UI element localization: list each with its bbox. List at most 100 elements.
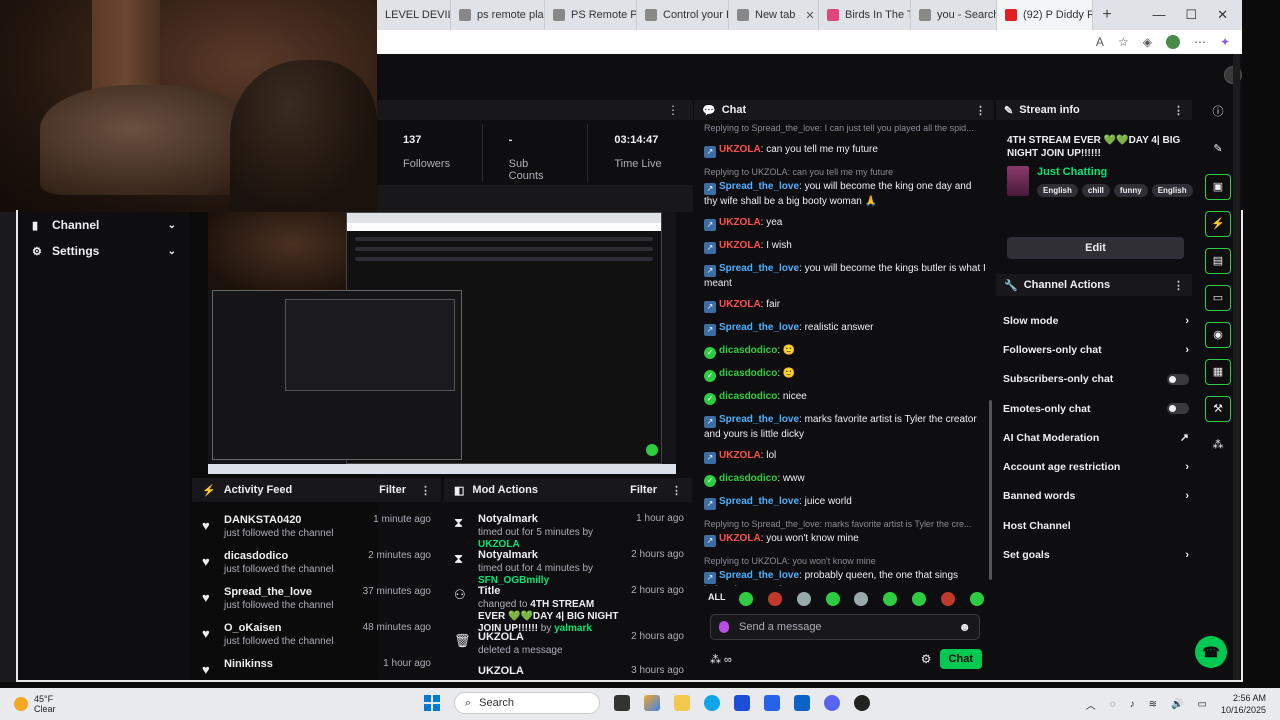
volume-icon[interactable]: 🔊: [1171, 699, 1183, 710]
chat-username[interactable]: dicasdodico: [719, 345, 777, 356]
edit-stream-info-button[interactable]: Edit: [1007, 237, 1184, 259]
broadcast-icon[interactable]: ◉: [1205, 322, 1231, 348]
chat-username[interactable]: dicasdodico: [719, 473, 777, 484]
new-tab-button[interactable]: +: [1093, 6, 1121, 24]
list-item[interactable]: UKZOLA 3 hours ago: [444, 660, 692, 680]
channel-action-item[interactable]: Followers-only chat ›: [1003, 335, 1189, 364]
list-item[interactable]: ⧗ Notyalmark timed out for 4 minutes by …: [444, 544, 692, 586]
tag[interactable]: English: [1037, 184, 1078, 197]
chat-icon[interactable]: ▭: [1205, 285, 1231, 311]
more-options-icon[interactable]: ⋮: [671, 484, 682, 497]
more-menu-icon[interactable]: ⋯: [1194, 35, 1206, 49]
chat-input[interactable]: Send a message ☻: [710, 614, 980, 640]
chat-username[interactable]: UKZOLA: [719, 450, 761, 461]
chat-username[interactable]: Spread_the_love: [719, 181, 799, 192]
chat-message[interactable]: ✓ dicasdodico: 🙂: [704, 367, 986, 382]
chat-username[interactable]: UKZOLA: [719, 217, 761, 228]
emote-icon[interactable]: [738, 592, 753, 606]
chat-message[interactable]: Replying to UKZOLA: you won't know mine ↗…: [704, 555, 986, 586]
wrench-icon[interactable]: ⚒: [1205, 396, 1231, 422]
chat-send-button[interactable]: Chat: [939, 649, 982, 669]
emote-icon[interactable]: [854, 592, 869, 606]
chat-username[interactable]: UKZOLA: [719, 299, 761, 310]
store-icon[interactable]: [734, 695, 750, 711]
profile-avatar[interactable]: [1165, 35, 1180, 49]
maximize-button[interactable]: ☐: [1185, 7, 1197, 23]
clip-icon[interactable]: ▣: [1205, 174, 1231, 200]
browser-tab[interactable]: Birds In The T✕: [819, 0, 911, 30]
weather-widget[interactable]: 45°F Clear: [0, 694, 56, 714]
list-item[interactable]: ⚇ Title changed to 4TH STREAM EVER 💚💚DAY…: [444, 580, 692, 634]
toggle-switch[interactable]: [1167, 403, 1189, 415]
channel-action-item[interactable]: Subscribers-only chat: [1003, 365, 1189, 394]
discord-icon[interactable]: [824, 695, 840, 711]
chat-input-placeholder[interactable]: Send a message: [739, 621, 822, 633]
browser-tab[interactable]: PS Remote Pla✕: [545, 0, 637, 30]
close-window-button[interactable]: ✕: [1217, 7, 1228, 23]
layout-icon[interactable]: ▦: [1205, 359, 1231, 385]
chat-message[interactable]: ↗ UKZOLA: I wish: [704, 239, 986, 254]
list-item[interactable]: 🗑 UKZOLA deleted a message 2 hours ago: [444, 626, 692, 660]
microphone-icon[interactable]: ♪: [1130, 699, 1135, 710]
chat-message[interactable]: ↗ UKZOLA: can you tell me my future: [704, 143, 986, 158]
info-icon[interactable]: ⓘ: [1205, 100, 1231, 126]
chat-username[interactable]: dicasdodico: [719, 391, 777, 402]
browser-tab[interactable]: New tab ✕: [729, 0, 819, 30]
emote-icon[interactable]: [767, 592, 782, 606]
channel-action-item[interactable]: AI Chat Moderation ↗: [1003, 423, 1189, 452]
more-options-icon[interactable]: ⋮: [1173, 279, 1184, 292]
channel-action-item[interactable]: Slow mode ›: [1003, 306, 1189, 335]
mod-filter-button[interactable]: Filter: [630, 484, 657, 496]
chevron-up-icon[interactable]: ︿: [1086, 697, 1096, 712]
close-icon[interactable]: ✕: [805, 9, 814, 22]
extensions-icon[interactable]: ◈: [1143, 35, 1152, 49]
emote-icon[interactable]: [941, 592, 955, 606]
more-options-icon[interactable]: ⋮: [975, 104, 986, 117]
dropbox-icon[interactable]: [764, 695, 780, 711]
chat-username[interactable]: UKZOLA: [719, 144, 761, 155]
chat-message[interactable]: ↗ UKZOLA: yea: [704, 216, 986, 231]
emote-all-button[interactable]: ALL: [708, 592, 726, 606]
microphone-icon[interactable]: [719, 621, 729, 633]
gear-icon[interactable]: ⚙: [921, 652, 932, 666]
copilot-icon[interactable]: ✦: [1220, 35, 1230, 49]
channel-action-item[interactable]: Account age restriction ›: [1003, 452, 1189, 481]
chat-username[interactable]: Spread_the_love: [719, 570, 799, 581]
chat-message[interactable]: ↗ Spread_the_love: marks favorite artist …: [704, 413, 986, 441]
browser-tab[interactable]: LEVEL DEVIL -✕: [377, 0, 451, 30]
points-icon[interactable]: ⁂ ∞: [710, 653, 732, 666]
taskbar-search[interactable]: ⌕ Search: [454, 692, 600, 714]
chat-message[interactable]: ✓ dicasdodico: 🙂: [704, 344, 986, 359]
emote-icon[interactable]: [825, 592, 840, 606]
chat-message[interactable]: ✓ dicasdodico: www: [704, 472, 986, 487]
windows-start-icon[interactable]: [424, 695, 440, 711]
headset-fab-button[interactable]: ☎: [1195, 636, 1227, 668]
browser-tab[interactable]: you - Search✕: [911, 0, 997, 30]
channel-action-item[interactable]: Host Channel: [1003, 511, 1189, 540]
network-icon[interactable]: ◌: [1110, 699, 1116, 710]
toggle-switch[interactable]: [1167, 373, 1189, 385]
chat-message[interactable]: ✓ dicasdodico: nicee: [704, 390, 986, 405]
chat-message[interactable]: ↗ UKZOLA: lol: [704, 449, 986, 464]
file-explorer-icon[interactable]: [674, 695, 690, 711]
channel-action-item[interactable]: Emotes-only chat: [1003, 394, 1189, 423]
task-view-icon[interactable]: [614, 695, 630, 711]
emote-icon[interactable]: [796, 592, 811, 606]
app-icon[interactable]: [854, 695, 870, 711]
tag[interactable]: chill: [1081, 184, 1110, 197]
more-options-icon[interactable]: ⋮: [667, 103, 679, 117]
copilot-taskbar-icon[interactable]: [644, 695, 660, 711]
favorite-star-icon[interactable]: ☆: [1118, 35, 1129, 49]
minimize-button[interactable]: —: [1152, 7, 1165, 23]
more-options-icon[interactable]: ⋮: [1173, 104, 1184, 117]
document-icon[interactable]: ▤: [1205, 248, 1231, 274]
clock[interactable]: 2:56 AM 10/16/2025: [1221, 692, 1266, 716]
more-options-icon[interactable]: ⋮: [420, 484, 431, 497]
browser-tab[interactable]: ps remote pla✕: [451, 0, 545, 30]
list-item[interactable]: ⧗ Notyalmark timed out for 5 minutes by …: [444, 508, 692, 550]
chat-username[interactable]: Spread_the_love: [719, 414, 799, 425]
lightning-icon[interactable]: ⚡: [1205, 211, 1231, 237]
channel-action-item[interactable]: Set goals ›: [1003, 540, 1189, 569]
chat-message[interactable]: Replying to UKZOLA: can you tell me my f…: [704, 166, 986, 208]
chat-username[interactable]: Spread_the_love: [719, 322, 799, 333]
